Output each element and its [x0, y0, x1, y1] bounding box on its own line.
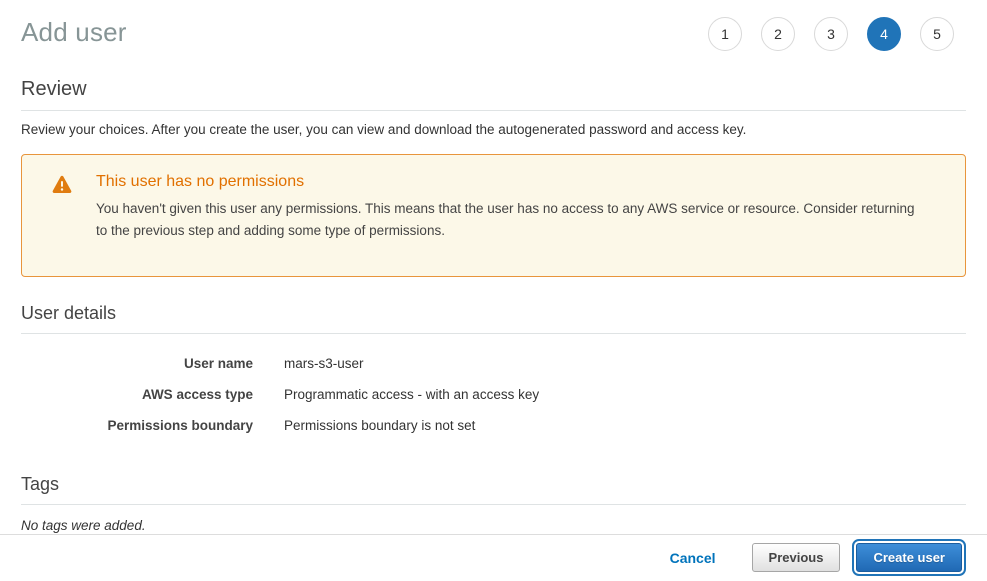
tags-heading: Tags [21, 474, 966, 505]
detail-label: Permissions boundary [21, 418, 253, 433]
detail-label: AWS access type [21, 387, 253, 402]
warning-body: You haven't given this user any permissi… [96, 198, 925, 242]
detail-label: User name [21, 356, 253, 371]
step-indicator-3: 3 [814, 17, 848, 51]
user-details-rows: User name mars-s3-user AWS access type P… [21, 348, 966, 441]
detail-row-access-type: AWS access type Programmatic access - wi… [21, 379, 966, 410]
tags-section: Tags No tags were added. [21, 474, 966, 533]
page-title: Add user [21, 15, 127, 48]
detail-row-permissions-boundary: Permissions boundary Permissions boundar… [21, 410, 966, 441]
add-user-wizard: Add user 1 2 3 4 5 Review Review your ch… [0, 0, 987, 581]
review-heading: Review [21, 78, 966, 111]
warning-title: This user has no permissions [96, 173, 925, 191]
detail-row-user-name: User name mars-s3-user [21, 348, 966, 379]
detail-value: mars-s3-user [284, 356, 364, 371]
tags-empty-message: No tags were added. [21, 518, 966, 533]
review-description: Review your choices. After you create th… [21, 122, 966, 137]
no-permissions-warning: This user has no permissions You haven't… [21, 154, 966, 277]
step-indicator-4-active: 4 [867, 17, 901, 51]
step-indicator-2: 2 [761, 17, 795, 51]
detail-value: Programmatic access - with an access key [284, 387, 539, 402]
step-indicator: 1 2 3 4 5 [708, 15, 966, 51]
user-details-section: User details User name mars-s3-user AWS … [21, 303, 966, 441]
review-section: Review Review your choices. After you cr… [21, 78, 966, 137]
previous-button[interactable]: Previous [752, 543, 841, 572]
step-indicator-5: 5 [920, 17, 954, 51]
step-indicator-1: 1 [708, 17, 742, 51]
wizard-header: Add user 1 2 3 4 5 [0, 0, 987, 51]
warning-content: This user has no permissions You haven't… [96, 173, 925, 242]
create-user-button[interactable]: Create user [856, 543, 962, 572]
detail-value: Permissions boundary is not set [284, 418, 475, 433]
user-details-heading: User details [21, 303, 966, 334]
warning-icon [22, 173, 96, 199]
cancel-link[interactable]: Cancel [670, 550, 716, 566]
wizard-footer: Cancel Previous Create user [0, 534, 987, 581]
